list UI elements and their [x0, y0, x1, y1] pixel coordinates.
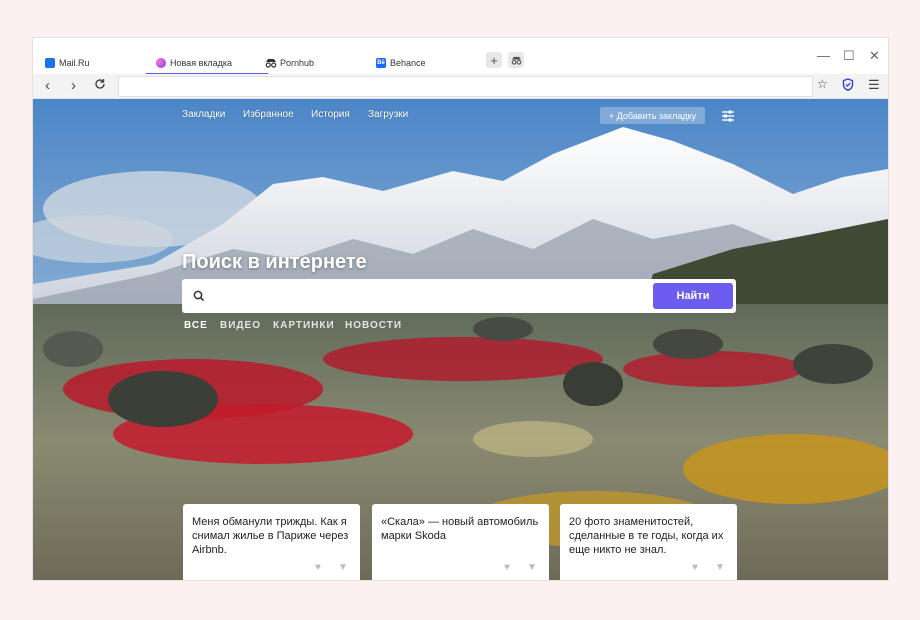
plus-icon: +: [490, 52, 498, 68]
new-tab-button[interactable]: +: [486, 52, 502, 68]
browser-toolbar: ‹ › ☆ ☰: [33, 74, 888, 99]
news-card[interactable]: Меня обманули трижды. Как я снимал жилье…: [183, 504, 360, 580]
forward-button[interactable]: ›: [71, 77, 76, 94]
search-icon: [193, 289, 205, 302]
link-downloads[interactable]: Загрузки: [368, 109, 408, 120]
tab-label: Behance: [390, 58, 426, 68]
tab-new-tab[interactable]: Новая вкладка: [145, 52, 269, 75]
dislike-icon[interactable]: ▼: [338, 562, 348, 573]
tab-label: Mail.Ru: [59, 58, 90, 68]
incognito-icon: [265, 58, 277, 68]
behance-icon: Bē: [376, 58, 386, 68]
close-window-button[interactable]: ✕: [869, 48, 880, 64]
chevron-right-icon: ›: [71, 77, 76, 94]
incognito-icon: [511, 56, 522, 65]
category-all[interactable]: ВСЕ: [184, 320, 208, 331]
news-card-text: Меня обманули трижды. Как я снимал жилье…: [192, 516, 349, 556]
tab-pornhub[interactable]: Pornhub: [265, 52, 314, 74]
reload-button[interactable]: [94, 78, 106, 93]
news-card-text: 20 фото знаменитостей, сделанные в те го…: [569, 516, 724, 556]
back-button[interactable]: ‹: [45, 77, 50, 94]
maximize-icon: ☐: [843, 48, 855, 63]
settings-button[interactable]: [721, 109, 735, 123]
tab-bar: Mail.Ru Новая вкладка Pornhub Bē Behance…: [33, 38, 888, 75]
menu-button[interactable]: ☰: [868, 77, 880, 93]
browser-window: Mail.Ru Новая вкладка Pornhub Bē Behance…: [33, 38, 888, 580]
news-card[interactable]: 20 фото знаменитостей, сделанные в те го…: [560, 504, 737, 580]
minimize-icon: —: [817, 48, 830, 63]
search-button[interactable]: Найти: [653, 283, 733, 309]
reload-icon: [94, 78, 106, 90]
close-icon: ✕: [869, 48, 880, 63]
dislike-icon[interactable]: ▼: [715, 562, 725, 573]
news-card[interactable]: «Скала» — новый автомобиль марки Skoda ♥…: [372, 504, 549, 580]
category-news[interactable]: НОВОСТИ: [345, 320, 402, 331]
add-bookmark-button[interactable]: + Добавить закладку: [600, 107, 705, 124]
like-icon[interactable]: ♥: [315, 562, 321, 573]
search-heading: Поиск в интернете: [182, 251, 367, 273]
like-icon[interactable]: ♥: [504, 562, 510, 573]
link-bookmarks[interactable]: Закладки: [182, 109, 225, 120]
shield-icon: [842, 78, 854, 91]
protect-button[interactable]: [842, 78, 854, 94]
link-favorites[interactable]: Избранное: [243, 109, 294, 120]
mailru-icon: [45, 58, 55, 68]
news-card-text: «Скала» — новый автомобиль марки Skoda: [381, 516, 539, 542]
maximize-button[interactable]: ☐: [843, 48, 855, 64]
bookmark-star-button[interactable]: ☆: [817, 77, 828, 91]
tab-behance[interactable]: Bē Behance: [376, 52, 426, 74]
category-images[interactable]: КАРТИНКИ: [273, 320, 335, 331]
dislike-icon[interactable]: ▼: [527, 562, 537, 573]
search-box: Найти: [182, 279, 736, 313]
tab-label: Pornhub: [280, 58, 315, 68]
new-tab-page: Закладки Избранное История Загрузки + До…: [33, 99, 888, 580]
new-incognito-tab-button[interactable]: [508, 52, 524, 68]
address-bar[interactable]: [118, 76, 813, 97]
link-history[interactable]: История: [311, 109, 350, 120]
search-input[interactable]: [210, 286, 654, 308]
tab-label: Новая вкладка: [170, 58, 233, 68]
sliders-icon: [721, 109, 735, 123]
category-video[interactable]: ВИДЕО: [220, 320, 261, 331]
tab-mailru[interactable]: Mail.Ru: [45, 52, 90, 74]
like-icon[interactable]: ♥: [692, 562, 698, 573]
star-icon: ☆: [817, 77, 828, 91]
minimize-button[interactable]: —: [817, 48, 830, 63]
hamburger-icon: ☰: [868, 77, 880, 92]
chevron-left-icon: ‹: [45, 77, 50, 94]
marusya-icon: [156, 58, 166, 68]
